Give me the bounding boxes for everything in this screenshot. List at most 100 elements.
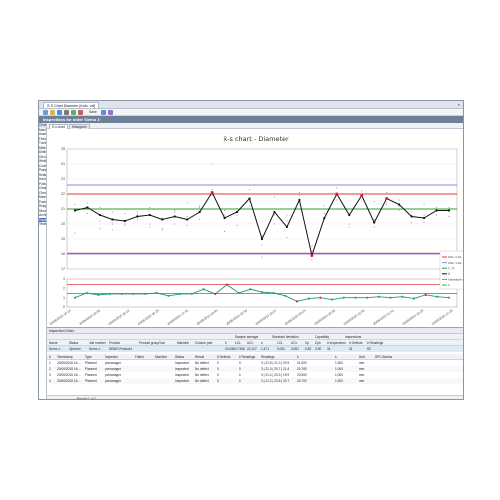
- individual-value-point: [236, 214, 238, 216]
- individual-value-point: [286, 236, 288, 239]
- individual-value-point: [248, 188, 251, 191]
- s-point: [214, 292, 217, 296]
- individual-value-point: [248, 205, 251, 207]
- s-point: [179, 292, 182, 296]
- table-row[interactable]: Demo 1 Opened Demo 1 DEMO Product1 20.088 17.…: [47, 346, 463, 352]
- table-cell: 17.966: [235, 347, 245, 351]
- individual-value-point: [336, 199, 338, 201]
- refresh-icon[interactable]: [71, 110, 76, 115]
- y-tick-label: 23: [61, 177, 65, 181]
- sidebar-item[interactable]: Characteristics: [39, 123, 46, 128]
- individual-value-point: [224, 209, 226, 212]
- s-point: [97, 293, 100, 296]
- individual-value-point: [286, 214, 288, 216]
- sidebar-item[interactable]: Turning: [39, 141, 46, 146]
- save-icon[interactable]: [57, 110, 62, 115]
- sidebar-item[interactable]: Tested: [39, 222, 46, 227]
- table-cell: 0.50: [315, 347, 322, 351]
- page-title: Inspections for order 'Demo 1': [39, 116, 463, 123]
- s-point: [295, 300, 299, 303]
- document-tab[interactable]: X̄-S Chart Diameter [Indiv. val]: [43, 102, 100, 108]
- individual-value-point: [386, 203, 388, 206]
- legend-label: UCL / LCL: [448, 255, 462, 259]
- mean-point: [136, 215, 139, 218]
- save-button[interactable]: Save: [89, 110, 97, 115]
- individual-value-point: [348, 226, 350, 228]
- mean-point: [398, 203, 401, 206]
- individual-value-point: [386, 191, 388, 194]
- mean-point: [111, 218, 114, 221]
- close-icon[interactable]: ×: [458, 102, 460, 107]
- individual-value-point: [211, 163, 213, 165]
- individual-value-point: [161, 229, 163, 231]
- mean-point: [260, 237, 264, 241]
- x-tick-label: 20/06/2015 19:53: [225, 308, 248, 326]
- individual-value-point: [86, 212, 89, 215]
- sidebar-item[interactable]: Assembly: [39, 132, 46, 137]
- table-cell: 0: [239, 379, 241, 383]
- s-point: [331, 298, 334, 301]
- mean-point: [285, 225, 289, 229]
- individual-value-point: [411, 214, 413, 216]
- legend-label: Individual values: [448, 278, 464, 282]
- individual-value-point: [423, 221, 425, 224]
- s-point: [319, 296, 322, 299]
- s-point: [447, 296, 451, 299]
- s-point: [108, 292, 112, 296]
- table-cell: pvmanager: [105, 379, 121, 383]
- settings-icon[interactable]: [108, 110, 113, 115]
- individual-value-point: [99, 206, 101, 209]
- table-row[interactable]: 4 20/06/2015 16:... Planned pvmanager Inspec…: [47, 378, 463, 384]
- s-point: [202, 288, 205, 291]
- s-point: [436, 295, 439, 298]
- individual-value-point: [323, 205, 325, 207]
- delete-icon[interactable]: [78, 110, 83, 115]
- individual-value-point: [161, 217, 163, 219]
- new-icon[interactable]: [43, 110, 48, 115]
- individual-value-point: [286, 220, 288, 222]
- table-cell: 1.471: [261, 347, 269, 351]
- s-point: [401, 295, 404, 298]
- individual-value-point: [361, 190, 363, 192]
- individual-value-point: [435, 214, 438, 216]
- table-cell: 0.000: [277, 347, 285, 351]
- individual-value-point: [423, 203, 425, 206]
- y-tick-label: 1: [63, 296, 65, 300]
- mean-point: [148, 213, 151, 217]
- mean-point: [198, 210, 201, 214]
- sidebar-item[interactable]: Shipped: [39, 204, 46, 209]
- record-navigator[interactable]: Record 1 of 1: [47, 395, 463, 399]
- table-cell: 0.52: [305, 347, 312, 351]
- individual-value-point: [161, 227, 163, 230]
- s-point: [167, 294, 170, 297]
- individual-value-point: [174, 209, 176, 212]
- s-point: [272, 291, 275, 295]
- sidebar-item[interactable]: Cleaned: [39, 186, 46, 191]
- print-icon[interactable]: [64, 110, 69, 115]
- s-point: [225, 283, 229, 286]
- individual-value-point: [186, 215, 188, 218]
- individual-value-point: [136, 218, 138, 221]
- sidebar-item[interactable]: Painted: [39, 168, 46, 173]
- table-cell: 3 | 21.2 | 20.5 | 20.7: [261, 379, 290, 383]
- x-tick-label: 20/06/2015 19:45: [196, 308, 219, 326]
- sidebar-item[interactable]: Drilling: [39, 150, 46, 155]
- individual-value-point: [124, 223, 126, 225]
- individual-value-point: [186, 202, 188, 204]
- individual-value-point: [211, 188, 213, 191]
- sidebar-item[interactable]: Hardened: [39, 177, 46, 182]
- s-point: [389, 296, 392, 299]
- export-icon[interactable]: [101, 110, 106, 115]
- inspection-grid: Inspection Order Sample average Standard d…: [47, 327, 463, 399]
- sidebar-item[interactable]: Archived: [39, 213, 46, 218]
- individual-value-point: [373, 200, 375, 203]
- individual-value-point: [398, 209, 400, 212]
- sidebar-item[interactable]: Measured: [39, 195, 46, 200]
- mean-point: [348, 213, 351, 217]
- mean-point: [123, 219, 126, 223]
- y-tick-label: 18: [61, 252, 65, 256]
- individual-value-point: [273, 196, 276, 198]
- individual-value-point: [373, 218, 375, 221]
- sidebar-item[interactable]: Welding: [39, 159, 46, 164]
- open-icon[interactable]: [50, 110, 55, 115]
